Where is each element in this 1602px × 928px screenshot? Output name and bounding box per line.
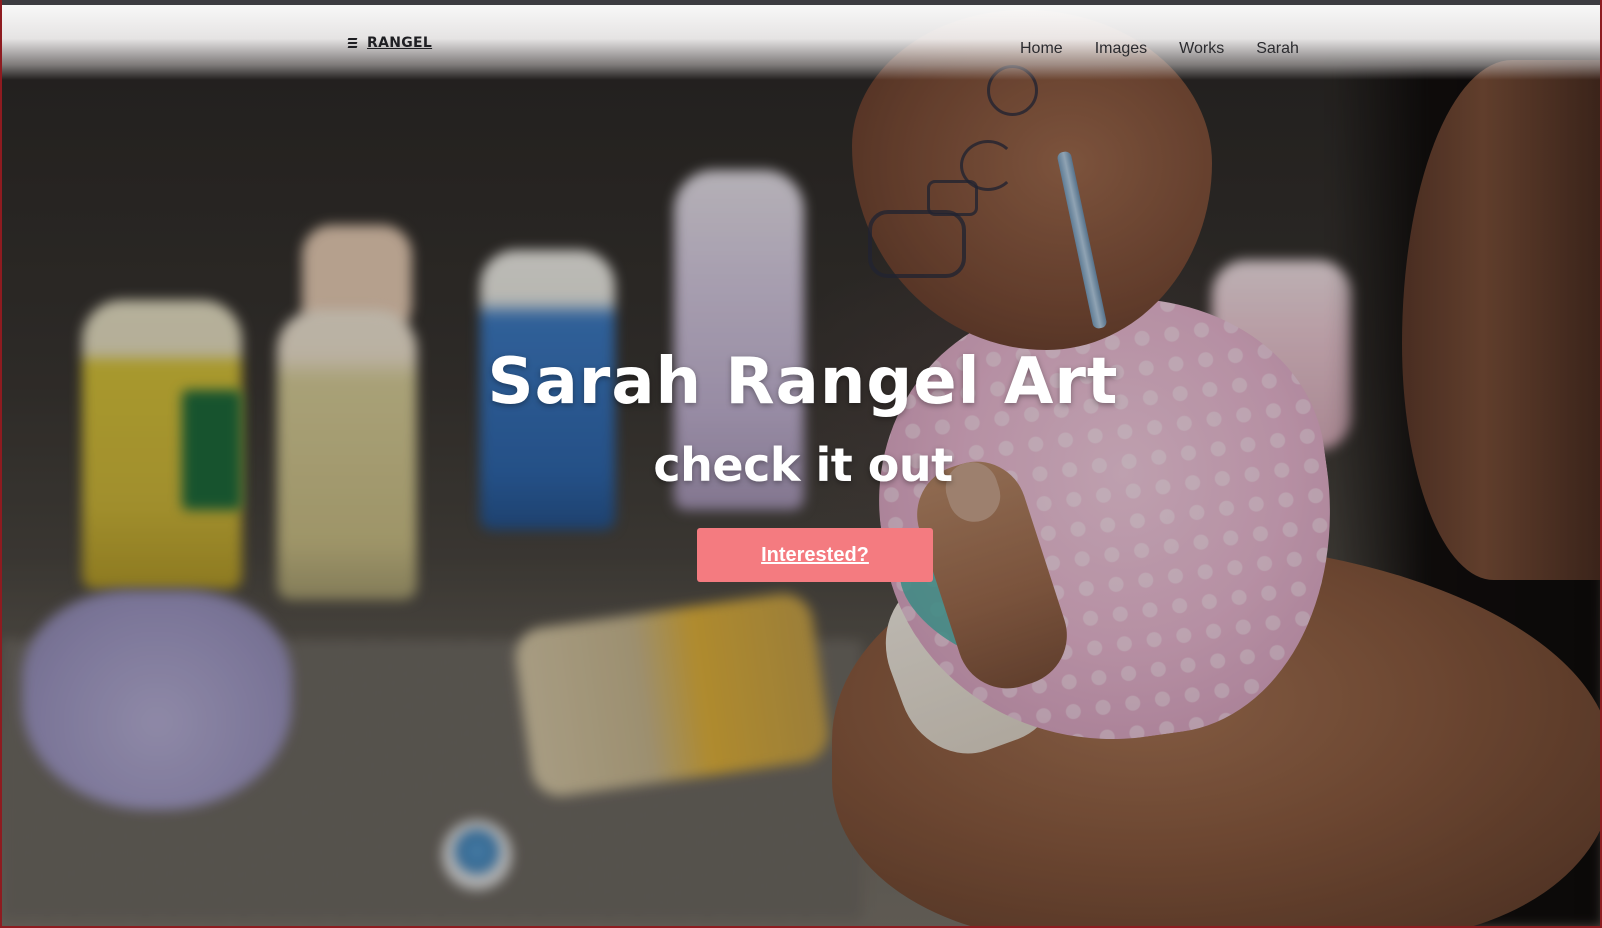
hero-title: Sarah Rangel Art [487,345,1119,419]
brand-mark-icon [347,37,358,49]
nav-works-link[interactable]: Works [1179,40,1224,58]
window-top-border [2,0,1600,5]
interested-button[interactable]: Interested? [697,528,933,582]
main-nav: Home Images Works Sarah [1020,40,1299,58]
brand-logo-link[interactable]: RANGEL [347,35,433,51]
brand-name: RANGEL [367,35,433,51]
nav-images-link[interactable]: Images [1095,40,1147,58]
nav-home-link[interactable]: Home [1020,40,1063,58]
page-frame: RANGEL Home Images Works Sarah Sarah Ran… [0,0,1602,928]
hero-subtitle: check it out [653,438,953,492]
nav-sarah-link[interactable]: Sarah [1256,40,1299,58]
top-navbar: RANGEL Home Images Works Sarah [2,5,1600,80]
